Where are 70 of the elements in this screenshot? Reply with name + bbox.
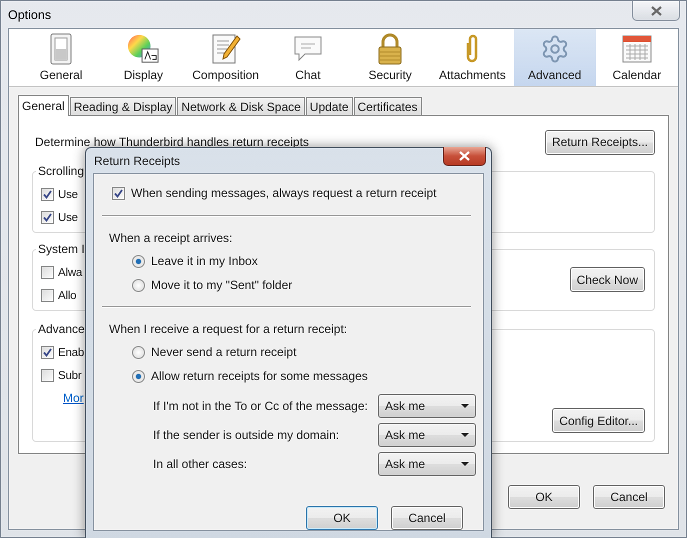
group-button[interactable]: Config Editor... bbox=[552, 408, 645, 433]
group-legend: Scrolling bbox=[36, 164, 86, 178]
close-icon bbox=[650, 6, 662, 16]
rule-label: If I'm not in the To or Cc of the message: bbox=[153, 398, 369, 412]
category-tab[interactable]: Security bbox=[349, 29, 432, 86]
category-tab[interactable]: Chat bbox=[266, 29, 349, 86]
group-legend: System I bbox=[36, 242, 87, 256]
document-pencil-icon bbox=[210, 33, 242, 65]
tab[interactable]: Certificates bbox=[354, 97, 422, 116]
checkbox[interactable] bbox=[41, 289, 54, 302]
dialog-title: Return Receipts bbox=[94, 154, 180, 168]
rule-label: If the sender is outside my domain: bbox=[153, 428, 340, 442]
checkbox-label: Use bbox=[58, 188, 78, 200]
category-tab[interactable]: Advanced bbox=[514, 29, 596, 86]
speech-bubble-icon bbox=[292, 34, 323, 64]
dropdown[interactable]: Ask me bbox=[378, 422, 476, 446]
checkbox[interactable] bbox=[41, 266, 54, 279]
close-icon bbox=[459, 151, 470, 161]
category-tab[interactable]: Composition bbox=[184, 29, 267, 86]
tab[interactable]: General bbox=[18, 95, 69, 116]
checkbox-label: When sending messages, always request a return receipt bbox=[131, 186, 436, 200]
checkbox-label: Subr bbox=[58, 370, 82, 382]
calendar-icon bbox=[622, 34, 652, 64]
radio-button[interactable] bbox=[132, 254, 145, 268]
category-tab[interactable]: General bbox=[20, 29, 102, 86]
dropdown[interactable]: Ask me bbox=[378, 394, 476, 418]
section-heading: When I receive a request for a return receipt: bbox=[109, 322, 348, 336]
caret-icon bbox=[461, 404, 469, 408]
checkbox-label: Enab bbox=[58, 346, 84, 358]
dialog-close-button[interactable] bbox=[443, 147, 486, 166]
group-button[interactable]: Check Now bbox=[570, 267, 645, 292]
switch-icon bbox=[50, 33, 72, 65]
radio-label: Leave it in my Inbox bbox=[151, 254, 258, 268]
checkbox-label: Allo bbox=[58, 290, 76, 302]
window-title: Options bbox=[8, 8, 52, 22]
category-tab[interactable]: Display bbox=[102, 29, 184, 86]
checkbox-label: Alwa bbox=[58, 266, 82, 278]
caret-icon bbox=[461, 432, 469, 436]
rule-label: In all other cases: bbox=[153, 456, 248, 470]
section-heading: When a receipt arrives: bbox=[109, 231, 232, 245]
radio-button[interactable] bbox=[132, 278, 145, 292]
ok-button[interactable]: OK bbox=[306, 506, 378, 530]
radio-label: Move it to my "Sent" folder bbox=[151, 278, 292, 292]
checkbox[interactable] bbox=[41, 346, 54, 359]
return-receipts-button[interactable]: Return Receipts... bbox=[544, 130, 655, 154]
group-legend: Advance bbox=[36, 322, 87, 336]
more-link[interactable]: Mor bbox=[41, 387, 84, 409]
radio-label: Never send a return receipt bbox=[151, 345, 296, 359]
padlock-icon bbox=[376, 33, 404, 65]
ok-button[interactable]: OK bbox=[508, 485, 580, 509]
radio-label: Allow return receipts for some messages bbox=[151, 369, 368, 383]
cancel-button[interactable]: Cancel bbox=[391, 506, 463, 530]
checkbox-label: Use bbox=[58, 212, 78, 224]
caret-icon bbox=[461, 462, 469, 466]
checkbox[interactable] bbox=[41, 188, 54, 201]
category-tab[interactable]: Calendar bbox=[596, 29, 678, 86]
radio-button[interactable] bbox=[132, 346, 145, 358]
tab[interactable]: Reading & Display bbox=[70, 97, 176, 116]
tab[interactable]: Network & Disk Space bbox=[177, 97, 305, 116]
receipts-description: Determine how Thunderbird handles return receipts bbox=[35, 135, 309, 149]
checkbox[interactable] bbox=[41, 211, 54, 224]
category-tab[interactable]: Attachments bbox=[431, 29, 514, 86]
cancel-button[interactable]: Cancel bbox=[593, 485, 665, 509]
close-button[interactable] bbox=[632, 1, 680, 21]
checkbox[interactable] bbox=[112, 186, 125, 200]
checkbox[interactable] bbox=[41, 369, 54, 382]
tab[interactable]: Update bbox=[306, 97, 352, 116]
color-wheel-icon bbox=[127, 33, 160, 65]
radio-button[interactable] bbox=[132, 370, 145, 382]
dropdown[interactable]: Ask me bbox=[378, 452, 476, 476]
